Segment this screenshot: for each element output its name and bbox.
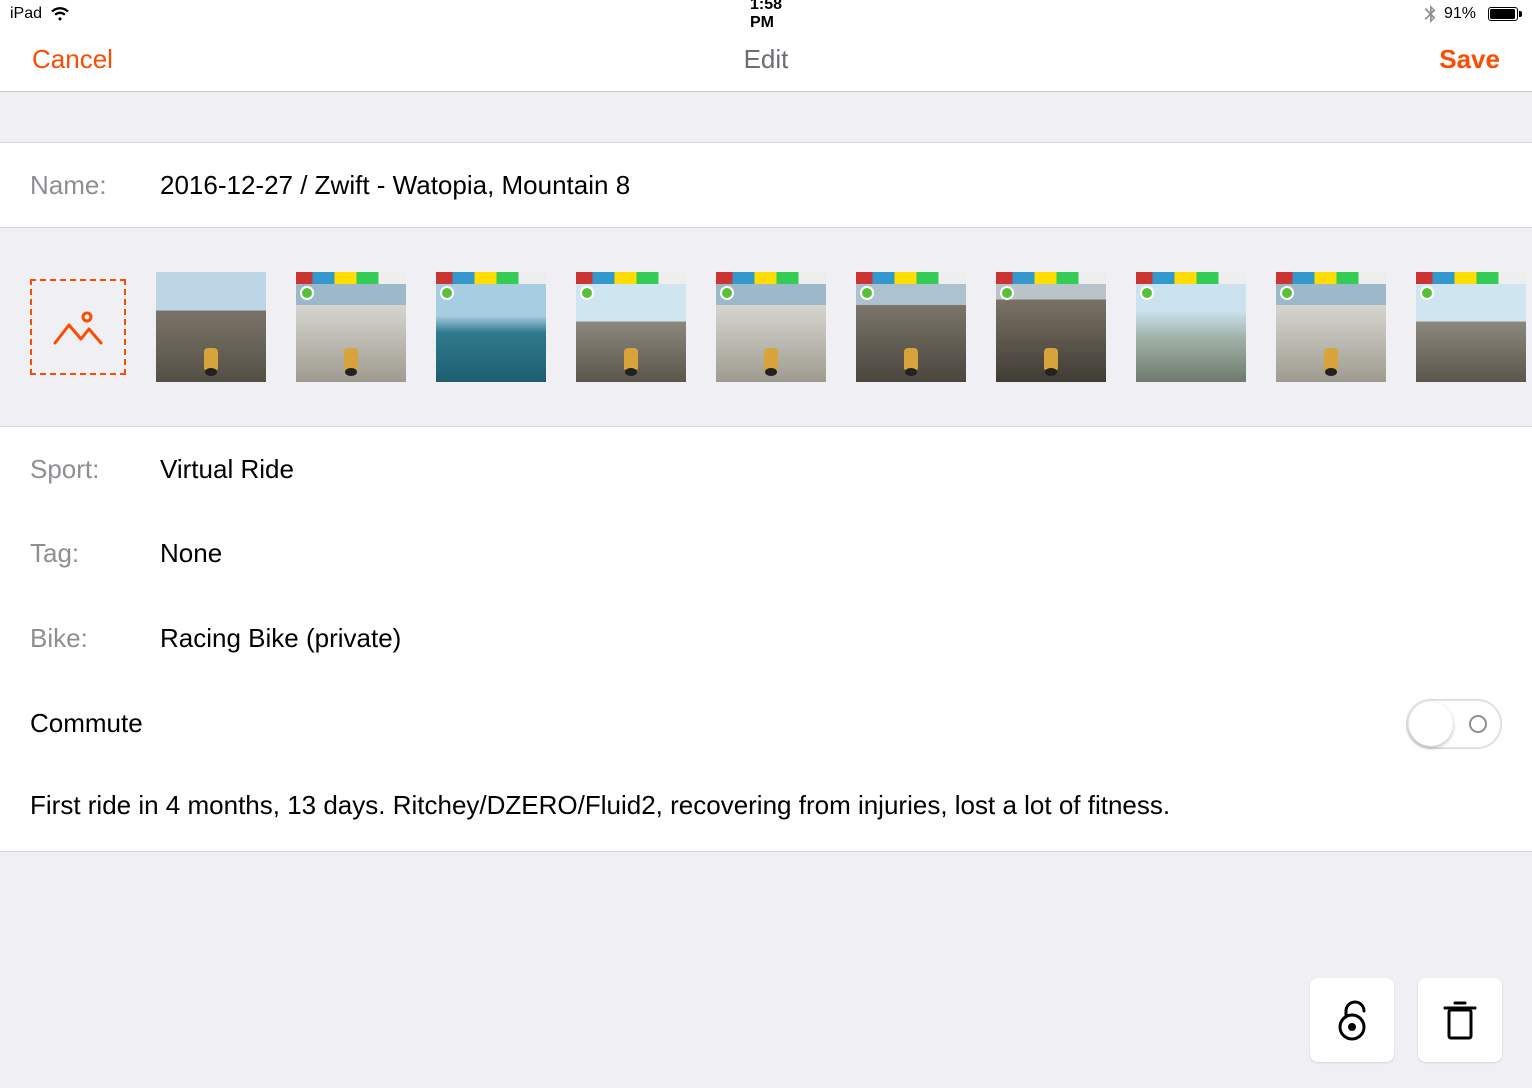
- name-value: 2016-12-27 / Zwift - Watopia, Mountain 8: [160, 170, 630, 201]
- bike-row[interactable]: Bike: Racing Bike (private): [0, 596, 1532, 682]
- photos-strip[interactable]: [0, 227, 1532, 427]
- page-title: Edit: [744, 44, 789, 74]
- name-label: Name:: [30, 170, 160, 201]
- device-label: iPad: [10, 5, 42, 23]
- tag-row[interactable]: Tag: None: [0, 511, 1532, 597]
- nav-bar: Cancel Edit Save: [0, 28, 1532, 92]
- photo-thumb[interactable]: [576, 272, 686, 382]
- photo-thumb[interactable]: [996, 272, 1106, 382]
- commute-toggle[interactable]: [1406, 699, 1502, 749]
- photo-thumb[interactable]: [856, 272, 966, 382]
- trash-icon: [1441, 998, 1479, 1042]
- delete-button[interactable]: [1418, 978, 1502, 1062]
- photo-thumb[interactable]: [1136, 272, 1246, 382]
- bottom-toolbar: [0, 952, 1532, 1088]
- clock: 1:58 PM: [750, 0, 782, 31]
- battery-percent: 91%: [1444, 5, 1476, 23]
- battery-icon: [1484, 7, 1522, 21]
- cancel-button[interactable]: Cancel: [32, 44, 113, 74]
- add-photo-button[interactable]: [30, 279, 126, 375]
- photo-thumb[interactable]: [296, 272, 406, 382]
- photo-thumb[interactable]: [716, 272, 826, 382]
- photo-thumb[interactable]: [1416, 272, 1526, 382]
- bluetooth-icon: [1424, 5, 1436, 23]
- tag-label: Tag:: [30, 538, 160, 569]
- sport-label: Sport:: [30, 454, 160, 485]
- commute-row: Commute: [0, 681, 1532, 767]
- section-gap: [0, 92, 1532, 142]
- sport-row[interactable]: Sport: Virtual Ride: [0, 426, 1532, 512]
- name-row[interactable]: Name: 2016-12-27 / Zwift - Watopia, Moun…: [0, 142, 1532, 228]
- description-row[interactable]: First ride in 4 months, 13 days. Ritchey…: [0, 766, 1532, 852]
- photo-thumb[interactable]: [156, 272, 266, 382]
- photo-thumb[interactable]: [1276, 272, 1386, 382]
- bike-value: Racing Bike (private): [160, 623, 401, 654]
- privacy-button[interactable]: [1310, 978, 1394, 1062]
- save-button[interactable]: Save: [1439, 44, 1500, 74]
- wifi-icon: [50, 7, 70, 21]
- sport-value: Virtual Ride: [160, 454, 294, 485]
- unlock-icon: [1332, 997, 1372, 1043]
- description-text: First ride in 4 months, 13 days. Ritchey…: [30, 790, 1170, 820]
- status-bar: iPad 1:58 PM 91%: [0, 0, 1532, 28]
- bike-label: Bike:: [30, 623, 160, 654]
- tag-value: None: [160, 538, 222, 569]
- photo-thumb[interactable]: [436, 272, 546, 382]
- commute-label: Commute: [30, 708, 143, 739]
